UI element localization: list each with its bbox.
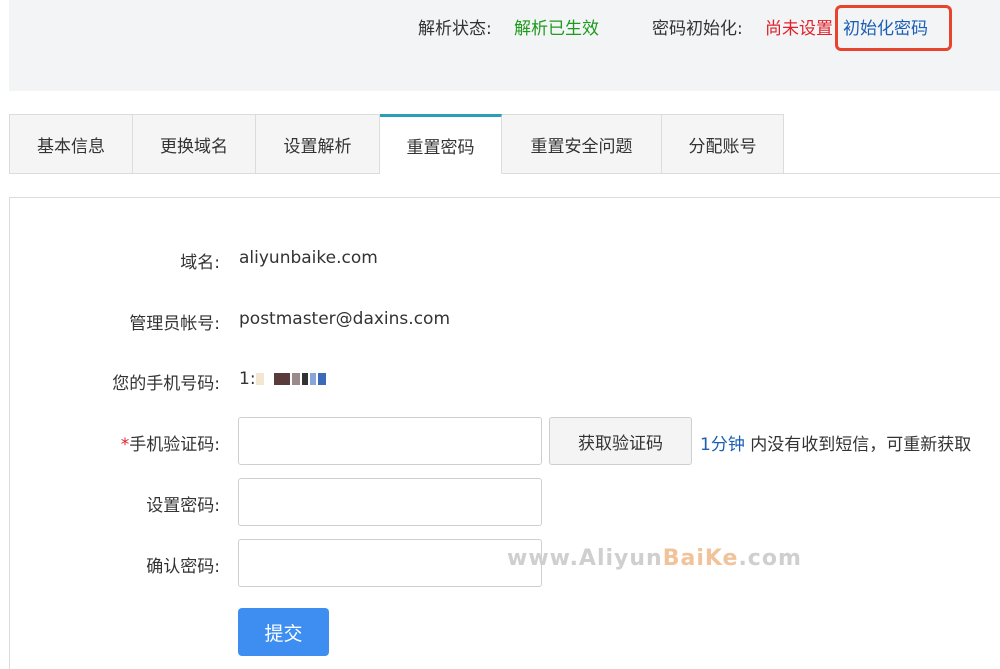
tab-change-domain[interactable]: 更换域名 xyxy=(133,114,256,174)
domain-value: aliyunbaike.com xyxy=(239,248,378,268)
required-mark: * xyxy=(120,435,130,455)
confirm-password-input[interactable] xyxy=(238,539,542,587)
set-password-label: 设置密码: xyxy=(146,496,220,516)
tab-reset-password[interactable]: 重置密码 xyxy=(380,114,502,174)
confirm-password-label: 确认密码: xyxy=(146,557,220,577)
submit-button[interactable]: 提交 xyxy=(238,608,329,656)
tab-divider xyxy=(784,173,1000,174)
tab-bar: 基本信息 更换域名 设置解析 重置密码 重置安全问题 分配账号 xyxy=(9,114,784,174)
tab-basic-info[interactable]: 基本信息 xyxy=(9,114,133,174)
sms-code-input[interactable] xyxy=(238,417,542,465)
init-password-button[interactable]: 初始化密码 xyxy=(835,5,952,51)
phone-masked-pixels xyxy=(256,373,326,385)
admin-account-value: postmaster@daxins.com xyxy=(239,309,450,329)
sms-hint-time: 1分钟 xyxy=(700,435,745,455)
admin-account-label: 管理员帐号: xyxy=(129,314,220,334)
set-password-input[interactable] xyxy=(238,478,542,526)
sms-code-label: *手机验证码: xyxy=(120,435,220,455)
resolve-status-label: 解析状态: xyxy=(418,19,492,39)
phone-value: 1: xyxy=(239,369,256,389)
domain-label: 域名: xyxy=(180,253,220,273)
tab-set-resolve[interactable]: 设置解析 xyxy=(256,114,380,174)
password-init-label: 密码初始化: xyxy=(652,19,743,39)
get-code-button[interactable]: 获取验证码 xyxy=(549,417,692,465)
password-init-value: 尚未设置 xyxy=(765,19,833,39)
init-password-label: 初始化密码 xyxy=(843,19,928,39)
watermark: www.AliyunBaiKe.com xyxy=(507,546,802,571)
tab-assign-account[interactable]: 分配账号 xyxy=(662,114,784,174)
tab-reset-security-question[interactable]: 重置安全问题 xyxy=(502,114,662,174)
sms-hint: 1分钟 内没有收到短信，可重新获取 xyxy=(700,435,972,455)
phone-label: 您的手机号码: xyxy=(112,374,220,394)
resolve-status-value: 解析已生效 xyxy=(514,19,599,39)
